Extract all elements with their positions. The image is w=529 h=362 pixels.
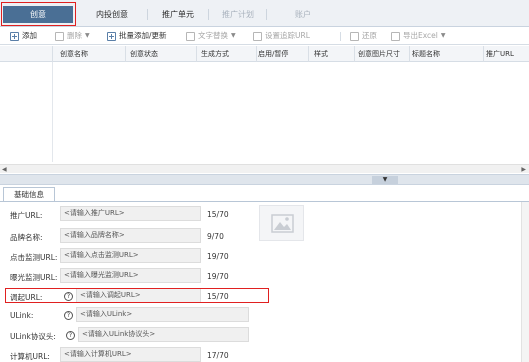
restore-button[interactable]: 还原 <box>350 30 377 42</box>
brand-name-char-count: 9/70 <box>207 232 224 241</box>
chevron-down-icon: ▼ <box>85 32 90 39</box>
column-header-enable-pause[interactable]: 启用/暂停 <box>258 46 306 62</box>
panel-splitter[interactable]: ▼ <box>0 174 529 185</box>
tab-basic-info[interactable]: 基础信息 <box>3 187 55 202</box>
column-divider <box>308 46 309 62</box>
column-header-creative-name[interactable]: 创意名称 <box>60 46 120 62</box>
column-divider <box>52 46 53 62</box>
detail-tab-underline <box>0 201 529 202</box>
click-tracking-char-count: 19/70 <box>207 252 229 261</box>
delete-button[interactable]: 删除 ▼ <box>55 30 90 42</box>
column-divider <box>354 46 355 62</box>
batch-add-icon <box>107 31 116 41</box>
export-icon <box>391 31 400 41</box>
column-header-promo-url[interactable]: 推广URL <box>486 46 529 62</box>
restore-label: 还原 <box>362 31 377 40</box>
brand-name-input[interactable]: <请输入品牌名称> <box>60 228 201 243</box>
field-label-brand-name: 品牌名称: <box>10 233 43 242</box>
field-label-ulink: ULink: <box>10 311 34 320</box>
export-excel-button[interactable]: 导出Excel ▼ <box>391 30 446 42</box>
field-label-impression-tracking-url: 曝光监测URL: <box>10 273 58 282</box>
field-label-click-tracking-url: 点击监测URL: <box>10 253 58 262</box>
promo-url-input[interactable]: <请输入推广URL> <box>60 206 201 221</box>
tab-internal-creative[interactable]: 内投创意 <box>84 6 140 23</box>
set-tracking-url-button[interactable]: 设置追踪URL <box>253 30 310 42</box>
image-placeholder[interactable] <box>259 205 304 241</box>
delete-label: 删除 <box>67 31 82 40</box>
tab-ad-unit[interactable]: 推广单元 <box>150 6 206 23</box>
text-replace-label: 文字替换 <box>198 31 228 40</box>
toolbar-divider <box>340 32 341 41</box>
computer-url-char-count: 17/70 <box>207 351 229 360</box>
grid-header: 创意名称 创意状态 生成方式 启用/暂停 样式 创意图片尺寸 标题名称 推广UR… <box>0 46 529 62</box>
tab-divider <box>147 9 148 20</box>
highlight-box-invoke-url <box>5 288 269 303</box>
promo-url-char-count: 15/70 <box>207 210 229 219</box>
delete-icon <box>55 31 64 41</box>
grid-row-header-divider <box>52 62 53 162</box>
column-divider <box>483 46 484 62</box>
field-label-promo-url: 推广URL: <box>10 211 43 220</box>
help-icon[interactable]: ? <box>66 331 75 340</box>
column-divider <box>256 46 257 62</box>
plus-icon <box>10 31 19 41</box>
horizontal-scrollbar[interactable]: ◀ ▶ <box>0 164 529 173</box>
ulink-input[interactable]: <请输入ULink> <box>76 307 249 322</box>
top-tab-bar: 创意 内投创意 推广单元 推广计划 账户 <box>0 0 529 27</box>
batch-add-button[interactable]: 批量添加/更新 <box>107 30 167 42</box>
impression-tracking-url-input[interactable]: <请输入曝光监测URL> <box>60 268 201 283</box>
toolbar: 添加 删除 ▼ 批量添加/更新 文字替换 ▼ 设置追踪URL 还原 导出Exce… <box>0 27 529 45</box>
scroll-right-icon[interactable]: ▶ <box>521 165 526 174</box>
column-header-title[interactable]: 标题名称 <box>412 46 482 62</box>
set-tracking-label: 设置追踪URL <box>265 31 310 40</box>
batch-add-label: 批量添加/更新 <box>119 31 167 40</box>
text-replace-button[interactable]: 文字替换 ▼ <box>186 30 236 42</box>
help-icon[interactable]: ? <box>64 311 73 320</box>
column-divider <box>125 46 126 62</box>
click-tracking-url-input[interactable]: <请输入点击监测URL> <box>60 248 201 263</box>
computer-url-input[interactable]: <请输入计算机URL> <box>60 347 201 362</box>
tab-divider <box>208 9 209 20</box>
field-label-computer-url: 计算机URL: <box>10 352 50 361</box>
add-label: 添加 <box>22 31 37 40</box>
scroll-left-icon[interactable]: ◀ <box>2 165 7 174</box>
impression-tracking-char-count: 19/70 <box>207 272 229 281</box>
link-icon <box>253 31 262 41</box>
tab-account[interactable]: 账户 <box>268 6 338 23</box>
column-header-style[interactable]: 样式 <box>314 46 354 62</box>
column-divider <box>196 46 197 62</box>
export-label: 导出Excel <box>403 31 438 40</box>
column-header-generation[interactable]: 生成方式 <box>201 46 253 62</box>
chevron-down-icon: ▼ <box>231 32 236 39</box>
highlight-box-tab <box>1 2 76 26</box>
grid-body <box>0 62 529 162</box>
ulink-protocol-input[interactable]: <请输入ULink协议头> <box>78 327 249 342</box>
text-replace-icon <box>186 31 195 41</box>
tab-divider <box>266 9 267 20</box>
image-icon <box>271 214 294 233</box>
collapse-arrow-icon[interactable]: ▼ <box>372 176 398 184</box>
chevron-down-icon: ▼ <box>440 32 446 39</box>
field-label-ulink-protocol: ULink协议头: <box>10 332 56 341</box>
column-header-image-size[interactable]: 创意图片尺寸 <box>358 46 410 62</box>
add-button[interactable]: 添加 <box>10 30 37 42</box>
vertical-scrollbar[interactable] <box>521 202 529 362</box>
column-divider <box>409 46 410 62</box>
restore-icon <box>350 31 359 41</box>
tab-ad-plan[interactable]: 推广计划 <box>210 6 266 23</box>
column-header-status[interactable]: 创意状态 <box>130 46 190 62</box>
